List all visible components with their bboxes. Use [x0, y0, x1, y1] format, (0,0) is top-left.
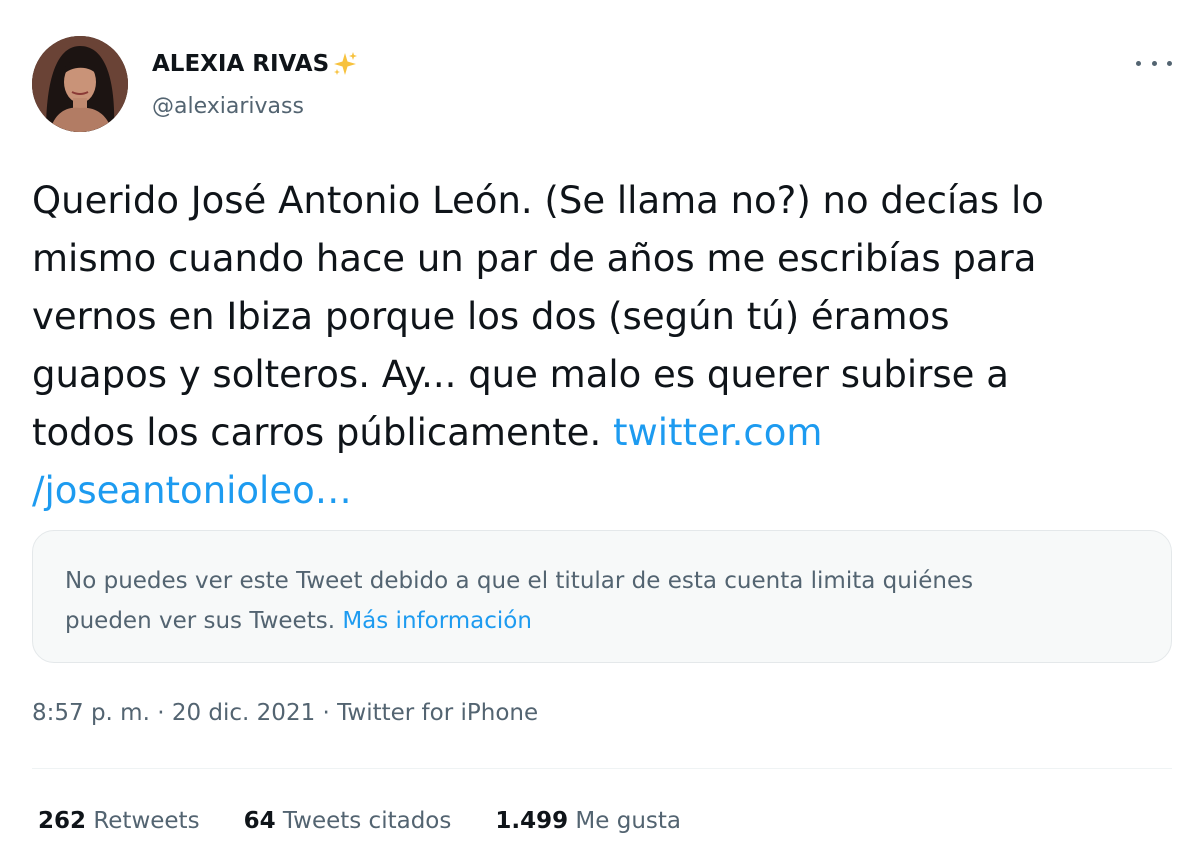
tweet-text-line-with-link: todos los carros públicamente. twitter.c…: [32, 404, 1172, 462]
retweets-stat[interactable]: 262 Retweets: [38, 808, 200, 834]
sparkles-icon: [331, 50, 359, 78]
tweet-text-line: mismo cuando hace un par de años me escr…: [32, 237, 1037, 280]
retweets-count: 262: [38, 808, 87, 834]
divider: [32, 768, 1172, 769]
tweet-date[interactable]: 20 dic. 2021: [172, 700, 315, 726]
tweet-text-line: vernos en Ibiza porque los dos (según tú…: [32, 295, 950, 338]
tweet-text: Querido José Antonio León. (Se llama no?…: [32, 172, 1172, 520]
author-handle[interactable]: @alexiarivass: [152, 94, 304, 119]
tweet-link[interactable]: twitter.com: [613, 411, 822, 454]
likes-stat[interactable]: 1.499 Me gusta: [495, 808, 681, 834]
unavailable-quoted-tweet-notice: No puedes ver este Tweet debido a que el…: [32, 530, 1172, 663]
tweet-link-continued[interactable]: /joseantonioleo…: [32, 462, 1172, 520]
meta-separator: ·: [315, 700, 338, 726]
more-options-icon[interactable]: [1136, 50, 1172, 76]
notice-text: No puedes ver este Tweet debido a que el…: [65, 568, 974, 594]
tweet-text-segment: todos los carros públicamente.: [32, 411, 613, 454]
quote-tweets-stat[interactable]: 64 Tweets citados: [244, 808, 452, 834]
meta-separator: ·: [149, 700, 172, 726]
tweet-metadata: 8:57 p. m. · 20 dic. 2021 · Twitter for …: [32, 700, 538, 726]
avatar[interactable]: [32, 36, 128, 132]
likes-label: Me gusta: [568, 808, 682, 834]
tweet-stats: 262 Retweets 64 Tweets citados 1.499 Me …: [38, 808, 725, 834]
notice-text-line2: pueden ver sus Tweets. Más información: [65, 601, 1139, 641]
author-display-name[interactable]: ALEXIA RIVAS: [152, 50, 359, 78]
tweet-source[interactable]: Twitter for iPhone: [337, 700, 538, 726]
quotes-label: Tweets citados: [275, 808, 452, 834]
more-info-link[interactable]: Más información: [342, 608, 532, 634]
avatar-photo: [32, 36, 128, 132]
notice-text-prefix: pueden ver sus Tweets.: [65, 608, 343, 634]
tweet-text-line: guapos y solteros. Ay... que malo es que…: [32, 353, 1009, 396]
tweet-text-line: Querido José Antonio León. (Se llama no?…: [32, 179, 1044, 222]
tweet-time[interactable]: 8:57 p. m.: [32, 700, 150, 726]
author-name-text[interactable]: ALEXIA RIVAS: [152, 51, 329, 77]
retweets-label: Retweets: [86, 808, 200, 834]
quotes-count: 64: [243, 808, 276, 834]
likes-count: 1.499: [495, 808, 569, 834]
